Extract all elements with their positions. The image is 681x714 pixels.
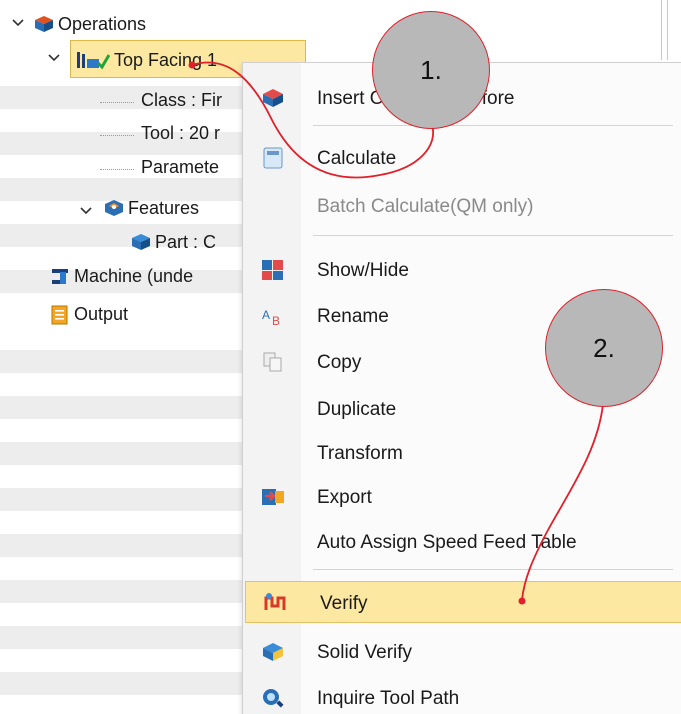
tree-item-label: Class : Fir <box>141 89 222 110</box>
insert-operation-icon <box>261 87 285 109</box>
menu-separator <box>313 569 673 570</box>
menu-separator <box>313 235 673 236</box>
step-number: 2. <box>593 332 615 363</box>
features-icon <box>104 199 124 217</box>
operations-cube-icon <box>34 15 54 33</box>
tree-item-label: Operations <box>58 13 147 34</box>
chevron-down-icon[interactable] <box>80 205 92 217</box>
menu-item-label: Copy <box>317 352 362 373</box>
menu-item-show-hide[interactable]: Show/Hide <box>243 249 681 291</box>
column-divider <box>661 0 662 60</box>
menu-item-label: Transform <box>317 443 403 464</box>
tree-item-machine[interactable]: Machine (unde <box>50 264 193 288</box>
tree-item-label: Machine (unde <box>74 265 194 286</box>
menu-item-label: Auto Assign Speed Feed Table <box>317 532 577 553</box>
tree-item-operations[interactable]: Operations <box>34 12 146 36</box>
menu-item-label: Duplicate <box>317 399 397 420</box>
tree-item-label: Output <box>74 303 129 324</box>
rename-icon: A B <box>261 305 285 327</box>
copy-icon <box>261 351 285 373</box>
svg-text:A: A <box>262 308 270 322</box>
menu-item-calculate[interactable]: Calculate <box>243 137 681 179</box>
menu-item-label: Batch Calculate(QM only) <box>317 196 534 217</box>
step-callout-2: 2. <box>545 289 663 407</box>
tree-item-class[interactable]: Class : Fir <box>141 88 222 112</box>
export-icon <box>261 486 285 508</box>
menu-item-solid-verify[interactable]: Solid Verify <box>243 631 681 673</box>
column-divider <box>667 0 668 60</box>
step-callout-1: 1. <box>372 11 490 129</box>
tree-connector <box>100 169 134 171</box>
tree-item-part[interactable]: Part : C <box>131 230 216 254</box>
solid-verify-icon <box>261 641 285 663</box>
menu-separator <box>313 125 673 126</box>
facing-operation-icon <box>76 51 110 70</box>
menu-item-inquire-tool-path[interactable]: Inquire Tool Path <box>243 677 681 714</box>
menu-item-label: Show/Hide <box>317 260 409 281</box>
menu-item-label: Inquire Tool Path <box>317 688 460 709</box>
tree-item-features[interactable]: Features <box>104 196 199 220</box>
menu-item-transform[interactable]: Transform <box>243 432 681 474</box>
tree-item-label: Part : C <box>155 231 217 252</box>
step-number: 1. <box>420 54 442 85</box>
tree-item-label: Paramete <box>141 156 220 177</box>
tree-connector <box>100 135 134 137</box>
tree-item-parameters[interactable]: Paramete <box>141 155 219 179</box>
menu-item-label: Rename <box>317 306 389 327</box>
tree-item-label: Top Facing 1 <box>114 49 218 70</box>
menu-item-export[interactable]: Export <box>243 476 681 518</box>
svg-text:B: B <box>272 314 280 327</box>
machine-icon <box>50 267 70 285</box>
menu-item-label: Solid Verify <box>317 642 413 663</box>
calculator-icon <box>261 147 285 169</box>
menu-item-auto-assign-speed-feed-table[interactable]: Auto Assign Speed Feed Table <box>243 521 681 563</box>
screenshot-stage: Operations Top Facing 1 Class : Fir Tool… <box>0 0 681 714</box>
menu-item-batch-calculate[interactable]: Batch Calculate(QM only) <box>243 185 681 227</box>
tree-item-output[interactable]: Output <box>50 302 128 326</box>
tree-item-top-facing[interactable]: Top Facing 1 <box>76 48 217 72</box>
verify-icon <box>264 592 288 614</box>
menu-item-label: Calculate <box>317 148 397 169</box>
tree-item-tool[interactable]: Tool : 20 r <box>141 121 220 145</box>
chevron-down-icon[interactable] <box>12 17 24 29</box>
tree-connector <box>100 102 134 104</box>
show-hide-icon <box>261 259 285 281</box>
chevron-down-icon[interactable] <box>48 52 60 64</box>
tree-item-label: Tool : 20 r <box>141 122 221 143</box>
tree-item-label: Features <box>128 197 200 218</box>
part-cube-icon <box>131 233 151 251</box>
menu-item-verify[interactable]: Verify <box>245 581 681 623</box>
menu-item-label: Verify <box>320 593 368 614</box>
menu-item-label: Export <box>317 487 372 508</box>
inquire-toolpath-icon <box>261 687 285 709</box>
output-document-icon <box>50 305 70 325</box>
